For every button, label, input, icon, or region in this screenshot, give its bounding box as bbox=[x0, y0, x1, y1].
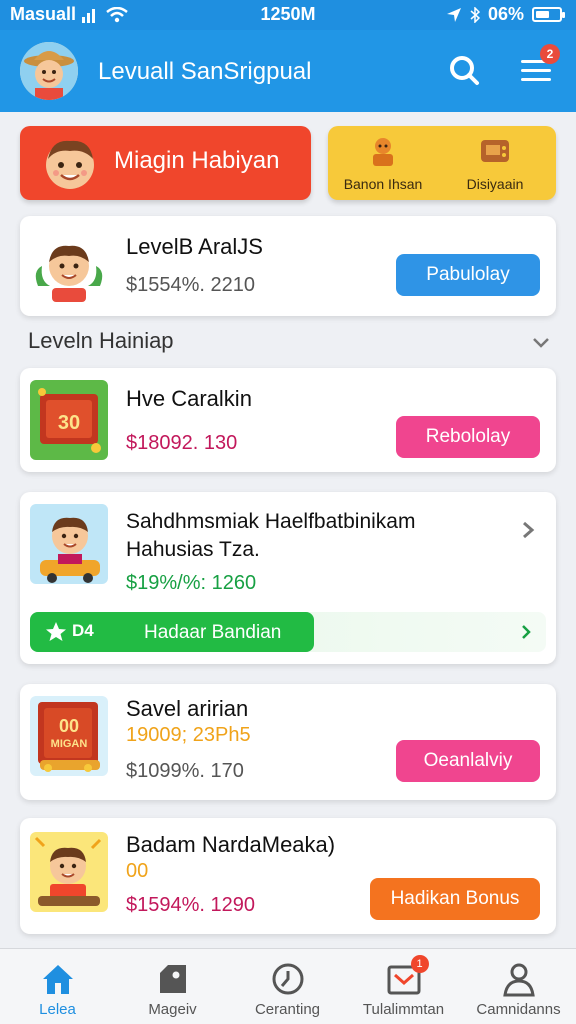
item-thumbnail bbox=[30, 832, 108, 912]
tab-label: Tulalimmtan bbox=[362, 1001, 445, 1018]
tab-label: Camnidanns bbox=[476, 1001, 561, 1018]
item-action-button[interactable]: Rebololay bbox=[396, 416, 540, 458]
tab-tags[interactable]: Mageiv bbox=[115, 957, 230, 1018]
featured-name: LevelB AralJS bbox=[126, 234, 263, 259]
tab-label: Lelea bbox=[39, 1001, 76, 1018]
chevron-down-icon[interactable] bbox=[531, 334, 551, 350]
item-sub-price: 19009; 23Ph5 bbox=[126, 724, 251, 746]
bluetooth-icon bbox=[470, 6, 480, 23]
boy-face-icon bbox=[46, 140, 94, 189]
tab-profile[interactable]: Camnidanns bbox=[461, 957, 576, 1018]
hero-secondary-label: Disiyaain bbox=[466, 176, 524, 192]
tag-icon bbox=[159, 965, 186, 993]
item-name: Hve Caralkin bbox=[126, 386, 252, 411]
featured-thumbnail bbox=[30, 226, 108, 306]
tab-history[interactable]: Ceranting bbox=[230, 957, 345, 1018]
list-item[interactable]: Badam NardaMeaka) 00 $1594%. 1290 Hadika… bbox=[20, 818, 556, 934]
bottom-tab-bar: Lelea Mageiv Ceranting 1 Tulalimmtan Cam… bbox=[0, 948, 576, 1024]
hero-secondary-item[interactable]: Banon Ihsan bbox=[328, 132, 438, 192]
item-thumb-caption: MIGAN bbox=[50, 738, 88, 750]
tab-label: Ceranting bbox=[254, 1001, 321, 1018]
status-bar: Masuall 1250M 06% bbox=[0, 0, 576, 30]
chevron-right-icon bbox=[522, 625, 531, 639]
character-icon bbox=[373, 138, 393, 166]
item-thumbnail: 00 MIGAN bbox=[30, 696, 108, 776]
app-bar: Levuall SanSrigpual 2 bbox=[0, 30, 576, 112]
tab-label: Mageiv bbox=[148, 1001, 197, 1018]
notification-badge: 2 bbox=[540, 44, 560, 64]
promo-extra-label: D4 bbox=[72, 621, 94, 640]
hero-primary-label: Miagin Habiyan bbox=[114, 147, 280, 174]
list-item[interactable]: Sahdhmsmiak Haelfbatbinikam Hahusias Tza… bbox=[20, 492, 556, 664]
section-title: Leveln Hainiap bbox=[28, 328, 174, 353]
hero-secondary-banner: Banon Ihsan Disiyaain bbox=[328, 126, 556, 200]
hero-secondary-item[interactable]: Disiyaain bbox=[440, 132, 550, 192]
game-console-icon bbox=[481, 140, 509, 162]
home-icon bbox=[42, 965, 73, 994]
item-price: $19%/%: 1260 bbox=[126, 572, 257, 594]
star-icon bbox=[46, 622, 66, 641]
item-price: $1594%. 1290 bbox=[126, 894, 256, 916]
person-icon bbox=[502, 963, 535, 997]
inbox-icon-wrap: 1 bbox=[385, 955, 429, 997]
item-sub-price: 00 bbox=[126, 860, 149, 882]
item-action-button[interactable]: Oeanlalviy bbox=[396, 740, 540, 782]
item-price: $1099%. 170 bbox=[126, 760, 244, 782]
item-name: Sahdhmsmiak Haelfbatbinikam Hahusias Tza… bbox=[126, 508, 415, 564]
item-thumb-number: 00 bbox=[58, 716, 80, 736]
promo-label: Hadaar Bandian bbox=[144, 622, 282, 643]
featured-price: $1554%. 2210 bbox=[126, 274, 256, 296]
tab-home[interactable]: Lelea bbox=[0, 957, 115, 1018]
item-thumb-number: 30 bbox=[57, 412, 81, 434]
tab-badge: 1 bbox=[410, 955, 429, 973]
menu-button[interactable]: 2 bbox=[518, 44, 560, 88]
battery-percent: 06% bbox=[487, 4, 524, 24]
app-title: Levuall SanSrigpual bbox=[98, 58, 312, 85]
item-price: $18092. 130 bbox=[126, 432, 238, 454]
promo-bar[interactable]: D4 Hadaar Bandian bbox=[30, 612, 546, 652]
clock-icon bbox=[272, 963, 303, 995]
chevron-right-icon[interactable] bbox=[520, 520, 536, 540]
item-name-line2: Hahusias Tza. bbox=[126, 538, 260, 561]
list-item[interactable]: 30 Hve Caralkin $18092. 130 Rebololay bbox=[20, 368, 556, 472]
item-name: Savel aririan bbox=[126, 696, 249, 721]
featured-card[interactable]: LevelB AralJS $1554%. 2210 Pabulolay bbox=[20, 216, 556, 316]
featured-action-button[interactable]: Pabulolay bbox=[396, 254, 540, 296]
battery-icon bbox=[532, 7, 565, 22]
avatar[interactable] bbox=[20, 42, 78, 100]
item-name: Badam NardaMeaka) bbox=[126, 832, 336, 857]
tab-inbox[interactable]: 1 Tulalimmtan bbox=[346, 955, 461, 1018]
item-name-line1: Sahdhmsmiak Haelfbatbinikam bbox=[126, 510, 416, 533]
search-icon bbox=[450, 56, 479, 85]
item-thumbnail: 30 bbox=[30, 380, 108, 460]
item-action-button[interactable]: Hadikan Bonus bbox=[370, 878, 540, 920]
hero-primary-banner[interactable]: Miagin Habiyan bbox=[20, 126, 311, 200]
list-item[interactable]: 00 MIGAN Savel aririan 19009; 23Ph5 $109… bbox=[20, 684, 556, 800]
search-button[interactable] bbox=[446, 52, 482, 88]
item-thumbnail bbox=[30, 504, 108, 584]
location-icon bbox=[446, 7, 461, 22]
hero-secondary-label: Banon Ihsan bbox=[343, 176, 423, 192]
